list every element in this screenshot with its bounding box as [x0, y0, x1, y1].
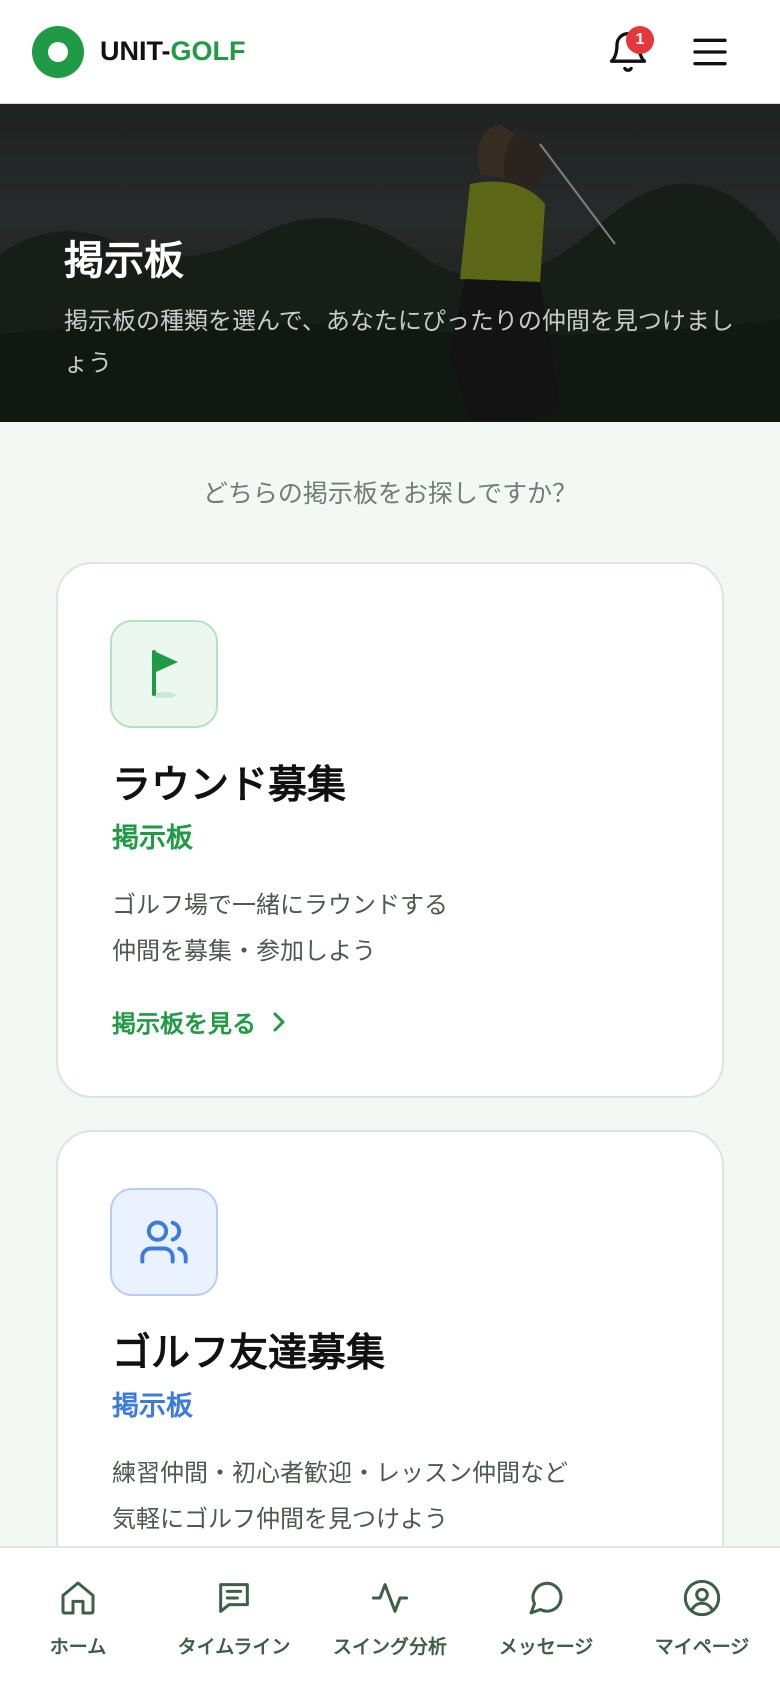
- view-board-label: 掲示板を見る: [112, 1010, 256, 1038]
- users-icon: [140, 1220, 188, 1264]
- nav-item-mypage[interactable]: マイページ: [624, 1548, 780, 1688]
- hero-banner: 掲示板 掲示板の種類を選んで、あなたにぴったりの仲間を見つけましょう: [0, 104, 780, 422]
- nav-item-home[interactable]: ホーム: [0, 1548, 156, 1688]
- logo-text[interactable]: UNIT-GOLF: [100, 36, 246, 67]
- round-recruit-card[interactable]: ラウンド募集 掲示板 ゴルフ場で一緒にラウンドする 仲間を募集・参加しよう 掲示…: [56, 562, 724, 1098]
- logo-icon[interactable]: [32, 25, 84, 78]
- activity-icon: [371, 1583, 409, 1613]
- user-circle-icon: [683, 1579, 721, 1617]
- round-icon-box: [110, 620, 218, 728]
- card-desc-line: 気軽にゴルフ仲間を見つけよう: [112, 1505, 448, 1533]
- card-description: ゴルフ場で一緒にラウンドする 仲間を募集・参加しよう: [112, 882, 448, 974]
- nav-item-swing-analysis[interactable]: スイング分析: [312, 1548, 468, 1688]
- card-desc-line: 仲間を募集・参加しよう: [112, 937, 376, 965]
- notification-badge: 1: [626, 26, 654, 54]
- board-question: どちらの掲示板をお探しですか？: [202, 479, 578, 508]
- hamburger-menu-icon[interactable]: [690, 32, 730, 72]
- nav-label: スイング分析: [332, 1636, 447, 1658]
- card-desc-line: 練習仲間・初心者歓迎・レッスン仲間など: [112, 1459, 568, 1487]
- nav-item-timeline[interactable]: タイムライン: [156, 1548, 312, 1688]
- page-subtitle: 掲示板の種類を選んで、あなたにぴったりの仲間を見つけましょう: [64, 307, 734, 377]
- card-subtitle: 掲示板: [112, 823, 193, 854]
- view-board-link[interactable]: 掲示板を見る: [112, 1004, 286, 1039]
- card-title: ゴルフ友達募集: [112, 1331, 386, 1376]
- message-icon: [529, 1581, 563, 1615]
- nav-label: タイムライン: [177, 1636, 291, 1658]
- timeline-icon: [219, 1583, 249, 1613]
- flag-icon: [152, 650, 178, 698]
- app-header: UNIT-GOLF: [0, 0, 780, 104]
- card-title: ラウンド募集: [112, 763, 347, 808]
- nav-label: メッセージ: [498, 1636, 594, 1658]
- page-title: 掲示板: [64, 238, 184, 284]
- logo-unit: UNIT-: [100, 36, 171, 66]
- nav-label: マイページ: [654, 1636, 750, 1658]
- card-description: 練習仲間・初心者歓迎・レッスン仲間など 気軽にゴルフ仲間を見つけよう: [112, 1450, 568, 1542]
- friend-icon-box: [110, 1188, 218, 1296]
- card-desc-line: ゴルフ場で一緒にラウンドする: [112, 891, 448, 919]
- card-subtitle: 掲示板: [112, 1391, 193, 1422]
- bottom-nav: ホーム タイムライン スイング分析 メッセージ マイページ: [0, 1546, 780, 1688]
- home-icon: [61, 1581, 95, 1615]
- nav-item-messages[interactable]: メッセージ: [468, 1548, 624, 1688]
- logo-golf: GOLF: [170, 36, 246, 66]
- nav-label: ホーム: [49, 1636, 107, 1658]
- chevron-right-icon: [273, 1012, 285, 1031]
